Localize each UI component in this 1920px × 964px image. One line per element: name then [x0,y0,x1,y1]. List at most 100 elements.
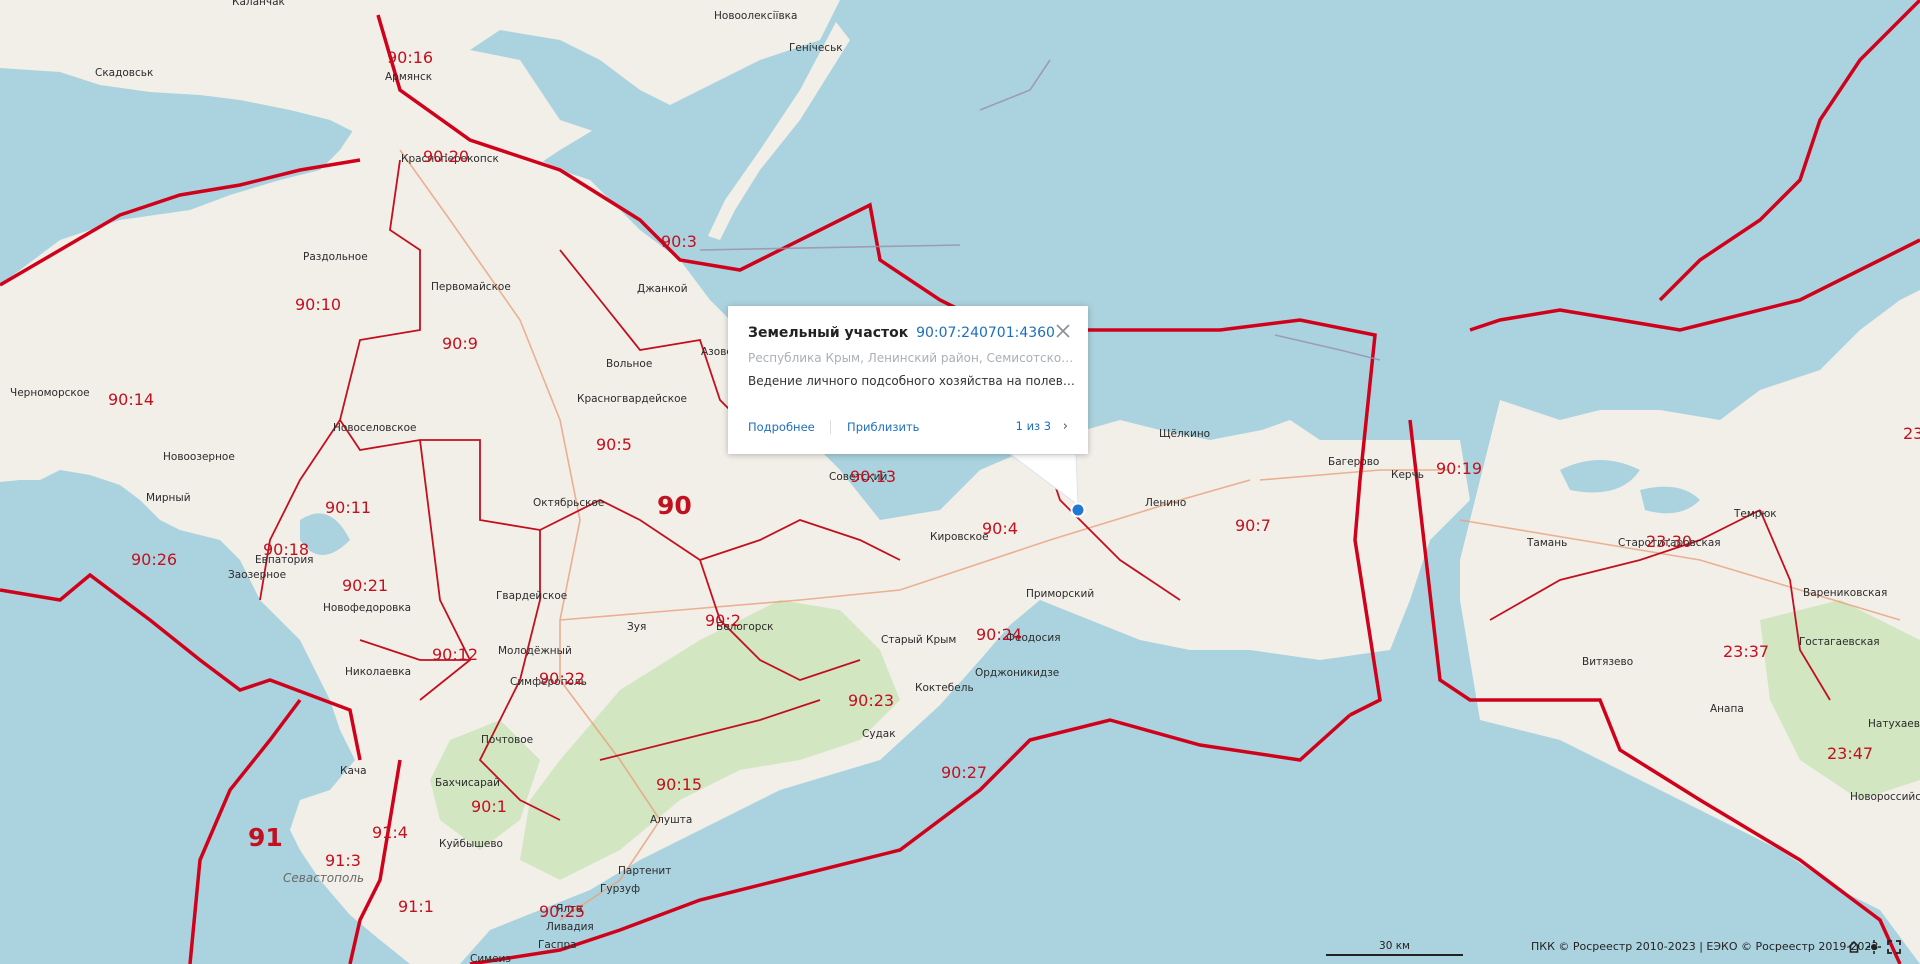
zone-label: 23:37 [1723,642,1769,661]
town-label: Красногвардейское [577,393,687,405]
close-icon[interactable] [1054,322,1072,340]
town-label: Зуя [627,621,646,633]
town-label: Варениковская [1803,587,1887,599]
town-label: Щёлкино [1159,428,1210,440]
popup-title-label: Земельный участок [748,325,909,341]
cadastral-map[interactable]: Каланчак Новоолексіївка Генічеськ Скадов… [0,0,1920,964]
zone-label: 90:26 [131,550,177,569]
zone-label: 90:24 [976,625,1022,644]
zone-label: 23 [1903,424,1920,443]
town-label: Старый Крым [881,634,956,646]
town-label: Скадовськ [95,67,153,79]
town-label: Октябрьское [533,497,604,509]
town-label: Гвардейское [496,590,567,602]
home-icon[interactable] [1847,940,1861,954]
scale-label: 30 км [1379,940,1410,952]
town-label: Керчь [1391,469,1424,481]
zoom-to-button[interactable]: Приблизить [847,420,919,434]
town-label: Тамань [1526,537,1567,549]
zone-label: 90:1 [471,797,507,816]
town-label: Коктебель [915,682,974,694]
parcel-popup: Земельный участок 90:07:240701:4360 Респ… [728,306,1088,454]
zone-label: 90:9 [442,334,478,353]
locate-icon[interactable] [1867,940,1881,954]
town-label: Кача [340,765,367,777]
town-label: Раздольное [303,251,368,263]
town-label: Мирный [146,492,191,504]
town-label: Генічеськ [789,42,843,54]
town-label: Приморский [1026,588,1094,600]
town-label: Судак [862,728,896,740]
zone-label: 90:25 [539,902,585,921]
town-label: Кировское [930,531,989,543]
popup-actions: Подробнее Приблизить [748,420,919,434]
zone-label: 90:19 [1436,459,1482,478]
town-label: Каланчак [232,0,285,8]
town-label: Новоселовское [333,422,417,434]
zone-label: 91:1 [398,897,434,916]
town-label: Гаспра [538,939,577,951]
town-label: Новоолексіївка [714,10,797,22]
popup-pager: 1 из 3 › [1016,419,1068,434]
town-label: Партенит [618,865,671,877]
town-label: Новороссийск [1850,791,1920,803]
zone-label: 90:14 [108,390,154,409]
town-label: Джанкой [637,283,688,295]
zone-label: 90:3 [661,232,697,251]
zone-label: 90:4 [982,519,1018,538]
zone-label: 90:2 [705,611,741,630]
town-label: Куйбышево [439,838,503,850]
town-label: Гурзуф [600,883,640,895]
zone-label: 90:22 [539,669,585,688]
pager-label: 1 из 3 [1015,419,1052,433]
town-label: Молодёжный [498,645,572,657]
town-label: Витязево [1582,656,1633,668]
region-label: 91 [248,823,283,852]
cadastral-number-link[interactable]: 90:07:240701:4360 [916,325,1055,341]
town-label: Багерово [1328,456,1379,468]
zone-label: 90:27 [941,763,987,782]
zone-label: 91:4 [372,823,408,842]
popup-title: Земельный участок 90:07:240701:4360 [748,325,1055,341]
popup-land-use: Ведение личного подсобного хозяйства на … [748,374,1076,388]
town-label: Ленино [1145,497,1186,509]
zone-label: 90:20 [423,147,469,166]
zone-label: 91:3 [325,851,361,870]
town-label: Новофедоровка [323,602,411,614]
zone-label: 90:23 [848,691,894,710]
zone-label: 90:18 [263,540,309,559]
town-label: Бахчисарай [435,777,500,789]
town-label: Симеиз [470,953,511,964]
town-label: Темрюк [1733,508,1777,520]
zone-label: 90:5 [596,435,632,454]
zone-label: 90:16 [387,48,433,67]
region-label: 90 [657,491,692,520]
zone-label: 90:7 [1235,516,1271,535]
zone-label: 90:21 [342,576,388,595]
town-label: Гостагаевская [1799,636,1880,648]
zone-label: 90:15 [656,775,702,794]
town-label: Анапа [1710,703,1744,715]
divider [830,420,832,434]
fullscreen-icon[interactable] [1887,940,1901,954]
zone-label: 23:30 [1646,532,1692,551]
town-label: Севастополь [283,871,364,885]
town-label: Новоозерное [163,451,235,463]
town-label: Николаевка [345,666,411,678]
town-label: Первомайское [431,281,511,293]
popup-address: Республика Крым, Ленинский район, Семисо… [748,351,1076,365]
details-button[interactable]: Подробнее [748,420,815,434]
town-label: Черноморское [10,387,90,399]
town-label: Алушта [650,814,692,826]
attribution: ПКК © Росреестр 2010-2023 | ЕЭКО © Росре… [1531,940,1879,953]
town-label: Натухаевская [1868,718,1920,730]
town-label: Заозерное [228,569,286,581]
town-label: Почтовое [481,734,533,746]
town-label: Вольное [606,358,652,370]
zone-label: 90:11 [325,498,371,517]
town-label: Армянск [385,71,432,83]
next-icon[interactable]: › [1063,419,1068,434]
scale-line [1326,954,1463,956]
town-label: Ливадия [546,921,594,933]
zone-label: 90:10 [295,295,341,314]
